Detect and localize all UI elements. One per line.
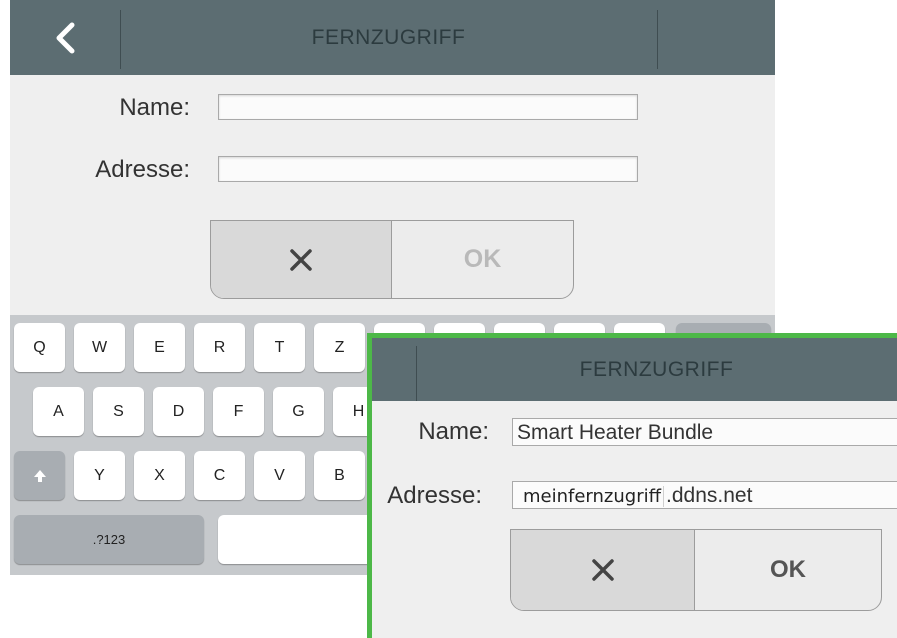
dialog-buttons: OK: [210, 220, 574, 299]
key-v[interactable]: V: [254, 451, 305, 500]
back-dialog-header: FERNZUGRIFF: [10, 0, 775, 75]
name-row: Name:: [10, 90, 775, 130]
shift-key[interactable]: [14, 451, 65, 500]
back-chevron-icon: [56, 22, 75, 53]
key-x[interactable]: X: [134, 451, 185, 500]
key-g[interactable]: G: [273, 387, 324, 436]
key-c[interactable]: C: [194, 451, 245, 500]
cancel-button[interactable]: [211, 221, 392, 298]
address-prefix-text: meinfernzugriff: [517, 486, 665, 507]
front-dialog: FERNZUGRIFF Name: Smart Heater Bundle Ad…: [372, 338, 897, 638]
back-button[interactable]: [10, 0, 120, 75]
key-z[interactable]: Z: [314, 323, 365, 372]
close-x-icon: [591, 559, 614, 581]
ok-button[interactable]: OK: [392, 221, 573, 298]
key-r[interactable]: R: [194, 323, 245, 372]
front-ok-button[interactable]: OK: [695, 530, 881, 610]
address-row: Adresse:: [10, 152, 775, 192]
front-dialog-highlight: FERNZUGRIFF Name: Smart Heater Bundle Ad…: [367, 333, 897, 638]
address-label: Adresse:: [95, 156, 190, 183]
key-q[interactable]: Q: [14, 323, 65, 372]
address-suffix-text: .ddns.net: [666, 484, 753, 507]
front-page-title: FERNZUGRIFF: [579, 357, 734, 381]
page-title: FERNZUGRIFF: [311, 25, 466, 49]
key-b[interactable]: B: [314, 451, 365, 500]
key-a[interactable]: A: [33, 387, 84, 436]
address-input[interactable]: [218, 156, 638, 182]
header-divider: [657, 10, 658, 69]
numbers-key[interactable]: .?123: [14, 515, 204, 564]
front-address-label: Adresse:: [387, 482, 482, 509]
key-w[interactable]: W: [74, 323, 125, 372]
key-e[interactable]: E: [134, 323, 185, 372]
name-label: Name:: [119, 94, 190, 121]
key-f[interactable]: F: [213, 387, 264, 436]
shift-arrow-icon: [33, 469, 46, 482]
front-name-input[interactable]: Smart Heater Bundle: [512, 418, 897, 446]
front-dialog-buttons: OK: [510, 529, 882, 611]
close-x-icon: [290, 248, 312, 271]
name-input[interactable]: [218, 94, 638, 120]
key-y[interactable]: Y: [74, 451, 125, 500]
key-s[interactable]: S: [93, 387, 144, 436]
front-dialog-header: FERNZUGRIFF: [372, 338, 897, 401]
front-name-label: Name:: [418, 418, 489, 445]
front-address-input[interactable]: meinfernzugriff .ddns.net: [512, 481, 897, 509]
key-t[interactable]: T: [254, 323, 305, 372]
front-cancel-button[interactable]: [511, 530, 695, 610]
key-d[interactable]: D: [153, 387, 204, 436]
